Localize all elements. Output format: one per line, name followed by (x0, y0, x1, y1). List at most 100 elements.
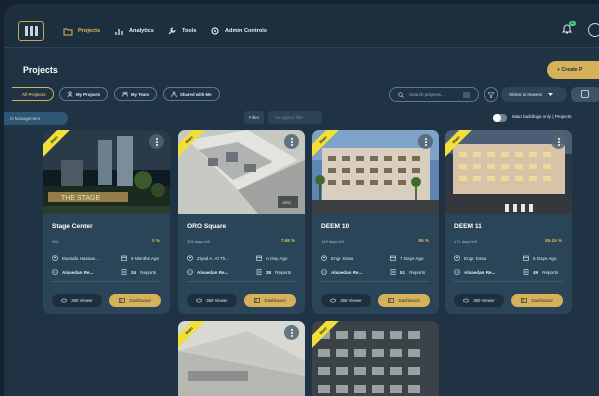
360-icon (196, 298, 203, 303)
project-thumbnail[interactable]: Main (312, 130, 439, 214)
filter-button[interactable] (484, 87, 498, 102)
chip-my-team[interactable]: My Team (114, 87, 158, 101)
company-row: Alsaedan Re... (52, 269, 93, 275)
card-divider (52, 281, 161, 282)
company-icon (52, 269, 58, 275)
folder-icon (63, 28, 73, 36)
360-icon (61, 298, 68, 303)
updated-row: 5 Days Ago (523, 255, 557, 261)
project-card[interactable]: Main DEEM 10 149 days left 86 % Engr. Es… (312, 130, 439, 314)
360-viewer-button[interactable]: 360 Viewer (187, 294, 237, 307)
view-toggle-button[interactable] (571, 87, 599, 102)
more-options-icon[interactable] (149, 134, 164, 149)
sliders-icon[interactable] (463, 92, 470, 98)
reports-row: 38 Reports (256, 269, 291, 275)
days-left: 149 days left (321, 239, 344, 244)
svg-text:THE STAGE: THE STAGE (61, 195, 100, 202)
dashboard-icon (388, 298, 395, 303)
nav-item-projects[interactable]: Projects (63, 23, 100, 39)
dashboard-icon (521, 298, 528, 303)
dashboard-button[interactable]: Dashboard (109, 294, 161, 307)
dashboard-button[interactable]: Dashboard (244, 294, 296, 307)
project-thumbnail[interactable]: THE STAGE Main (43, 130, 170, 214)
360-viewer-button[interactable]: 360 Viewer (454, 294, 504, 307)
days-left: 171 days left (454, 239, 477, 244)
app-frame: Projects Analytics Tools Admin Controls … (4, 4, 599, 396)
more-options-icon[interactable] (551, 134, 566, 149)
dashboard-button[interactable]: Dashboard (378, 294, 430, 307)
progress-percent: 86 % (418, 238, 429, 243)
360-icon (463, 298, 470, 303)
project-card[interactable]: THE STAGE Main Stage Center N/A 0 % Must… (43, 130, 170, 314)
top-nav: Projects Analytics Tools Admin Controls … (4, 4, 599, 48)
chevron-down-icon (547, 92, 553, 96)
project-card[interactable]: Main (178, 321, 305, 396)
more-options-icon[interactable] (418, 134, 433, 149)
more-options-icon[interactable] (284, 134, 299, 149)
page-title: Projects (23, 65, 58, 75)
company-icon (454, 269, 460, 275)
user-icon (187, 255, 193, 261)
updated-row: A Day Ago (256, 255, 287, 261)
gear-icon (211, 27, 219, 35)
project-card[interactable]: ORO Main ORO Square 326 days left 7.68 %… (178, 130, 305, 314)
nav-item-label: Tools (182, 28, 197, 34)
user-icon (321, 255, 327, 261)
project-thumbnail[interactable]: ORO Main (178, 130, 305, 214)
nav-item-tools[interactable]: Tools (167, 23, 197, 39)
project-thumbnail[interactable]: Main (445, 130, 572, 214)
user-icon (67, 91, 73, 97)
filter-icon (488, 91, 494, 98)
search-input[interactable]: Search projects... (389, 87, 479, 102)
card-divider (187, 281, 296, 282)
owner-row: Engr. Essa (321, 255, 353, 261)
360-viewer-button[interactable]: 360 Viewer (52, 294, 102, 307)
owner-row: Ziyad A. Al Th... (187, 255, 229, 261)
app-logo[interactable] (18, 21, 44, 41)
nav-item-admin-controls[interactable]: Admin Controls (210, 23, 267, 39)
card-divider (454, 281, 563, 282)
project-title: Stage Center (52, 223, 93, 230)
team-icon (122, 91, 128, 97)
project-title: ORO Square (187, 223, 227, 230)
chip-shared-with-me[interactable]: Shared with Me (163, 87, 220, 101)
chip-my-projects[interactable]: My Projects (59, 87, 109, 101)
project-title: DEEM 11 (454, 223, 482, 230)
company-row: Alsaedan Re... (454, 269, 495, 275)
main-buildings-toggle[interactable] (493, 114, 507, 122)
project-card[interactable]: Main DEEM 11 171 days left 85.15 % Engr.… (445, 130, 572, 314)
management-tab[interactable]: rs Management (4, 112, 68, 125)
report-icon (390, 269, 396, 275)
svg-text:ORO: ORO (282, 200, 291, 205)
company-row: Alsaedan Re... (187, 269, 228, 275)
project-card[interactable]: Main (312, 321, 439, 396)
filter-label: Filter (244, 111, 265, 124)
sort-select[interactable]: Oldest to Newest (501, 87, 567, 102)
chip-all-projects[interactable]: All Projects (12, 87, 54, 101)
project-thumbnail[interactable]: Main (178, 321, 305, 396)
shared-icon (171, 91, 177, 97)
updated-row: 5 Months Ago (121, 255, 159, 261)
search-placeholder: Search projects... (409, 92, 445, 97)
filter-field[interactable]: No applied filter (268, 111, 322, 124)
360-viewer-button[interactable]: 360 Viewer (321, 294, 371, 307)
progress-percent: 7.68 % (280, 238, 295, 243)
user-avatar[interactable] (588, 23, 599, 37)
updated-row: 7 Days Ago (390, 255, 424, 261)
calendar-icon (390, 255, 396, 261)
grid-view-icon (581, 90, 589, 98)
sort-label: Oldest to Newest (509, 92, 542, 97)
more-options-icon[interactable] (284, 325, 299, 340)
company-icon (321, 269, 327, 275)
calendar-icon (121, 255, 127, 261)
wrench-icon (168, 27, 176, 35)
dashboard-button[interactable]: Dashboard (511, 294, 563, 307)
project-thumbnail[interactable]: Main (312, 321, 439, 396)
nav-item-label: Admin Controls (225, 28, 267, 34)
search-icon (398, 91, 404, 98)
user-icon (454, 255, 460, 261)
360-icon (330, 298, 337, 303)
create-project-button[interactable]: + Create P (547, 61, 599, 79)
report-icon (523, 269, 529, 275)
nav-item-analytics[interactable]: Analytics (114, 23, 154, 39)
